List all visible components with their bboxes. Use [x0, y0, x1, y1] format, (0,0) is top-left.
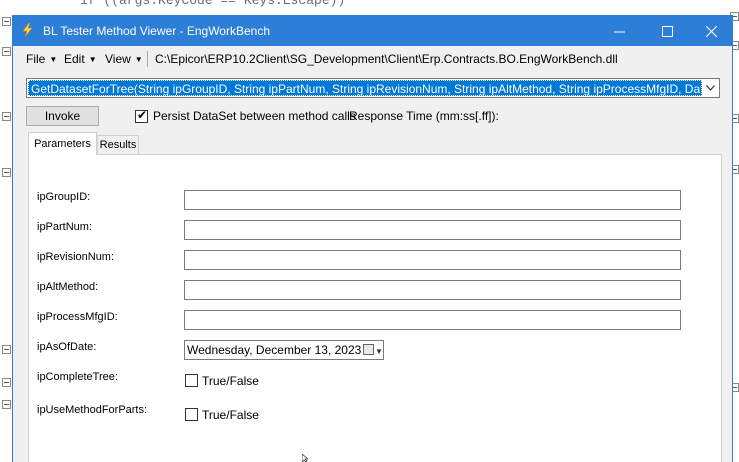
chevron-down-icon[interactable] [702, 80, 718, 96]
use-method-for-parts-checkbox[interactable] [185, 408, 198, 421]
param-label-process-mfg-id: ipProcessMfgID: [37, 311, 118, 323]
maximize-button[interactable] [645, 16, 689, 46]
minimize-icon [613, 31, 625, 32]
title-bar[interactable]: BL Tester Method Viewer - EngWorkBench [13, 16, 732, 46]
persist-dataset-label: Persist DataSet between method calls [153, 109, 356, 123]
group-id-input[interactable] [184, 190, 681, 210]
alt-method-input[interactable] [184, 280, 681, 300]
close-button[interactable] [689, 16, 733, 46]
tab-parameters[interactable]: Parameters [28, 132, 97, 155]
param-label-use-method-for-parts: ipUseMethodForParts: [37, 404, 148, 416]
param-label-alt-method: ipAltMethod: [37, 281, 99, 293]
collapse-marker-icon[interactable] [2, 47, 11, 56]
lightning-app-icon [22, 22, 33, 38]
window-title: BL Tester Method Viewer - EngWorkBench [43, 24, 271, 38]
part-num-input[interactable] [184, 220, 681, 240]
mouse-cursor-icon [302, 454, 308, 462]
menu-edit[interactable]: Edit ▼ [64, 52, 97, 66]
process-mfg-id-input[interactable] [184, 310, 681, 330]
dropdown-arrow-icon: ▼ [134, 55, 143, 64]
response-time-label: Response Time (mm:ss[.ff]): [349, 109, 499, 123]
close-icon [705, 25, 717, 37]
collapse-marker-icon[interactable] [2, 400, 11, 409]
minimize-button[interactable] [597, 16, 641, 46]
menu-view[interactable]: View ▼ [105, 52, 143, 66]
menu-separator [147, 51, 148, 67]
use-method-for-parts-option: True/False [202, 408, 259, 422]
menu-view-label: View [105, 52, 131, 66]
param-label-part-num: ipPartNum: [37, 221, 93, 233]
dropdown-arrow-icon: ▼ [49, 55, 58, 64]
collapse-marker-icon[interactable] [2, 112, 11, 121]
invoke-button[interactable]: Invoke [26, 106, 99, 126]
maximize-icon [661, 25, 673, 37]
method-viewer-window: BL Tester Method Viewer - EngWorkBench F… [12, 15, 733, 462]
dropdown-arrow-icon: ▼ [88, 55, 97, 64]
menu-bar: File ▼ Edit ▼ View ▼ C:\Epicor\ERP10.2Clien… [13, 46, 732, 72]
menu-edit-label: Edit [64, 52, 85, 66]
param-label-as-of-date: ipAsOfDate: [37, 341, 97, 353]
complete-tree-option: True/False [202, 374, 259, 388]
menu-file-label: File [26, 52, 46, 66]
collapse-marker-icon[interactable] [2, 345, 11, 354]
collapse-marker-icon[interactable] [2, 17, 11, 26]
menu-file[interactable]: File ▼ [26, 52, 57, 66]
as-of-date-value: Wednesday, December 13, 2023 [187, 343, 362, 357]
calendar-icon[interactable]: ▼ [363, 343, 383, 357]
persist-dataset-checkbox[interactable] [135, 108, 148, 123]
method-select-value: GetDatasetForTree(String ipGroupID, Stri… [28, 80, 702, 96]
as-of-date-picker[interactable]: Wednesday, December 13, 2023 ▼ [184, 340, 384, 360]
method-select[interactable]: GetDatasetForTree(String ipGroupID, Stri… [26, 78, 720, 98]
collapse-marker-icon[interactable] [2, 168, 11, 177]
revision-num-input[interactable] [184, 250, 681, 270]
param-label-complete-tree: ipCompleteTree: [37, 371, 118, 383]
param-label-group-id: ipGroupID: [37, 191, 91, 203]
tab-results[interactable]: Results [97, 135, 139, 154]
param-label-revision-num: ipRevisionNum: [37, 251, 115, 263]
code-line: if ((args.KeyCode == Keys.Escape)) [80, 0, 346, 8]
dll-path: C:\Epicor\ERP10.2Client\SG_Development\C… [155, 52, 618, 66]
collapse-marker-icon[interactable] [2, 378, 11, 387]
complete-tree-checkbox[interactable] [185, 374, 198, 387]
